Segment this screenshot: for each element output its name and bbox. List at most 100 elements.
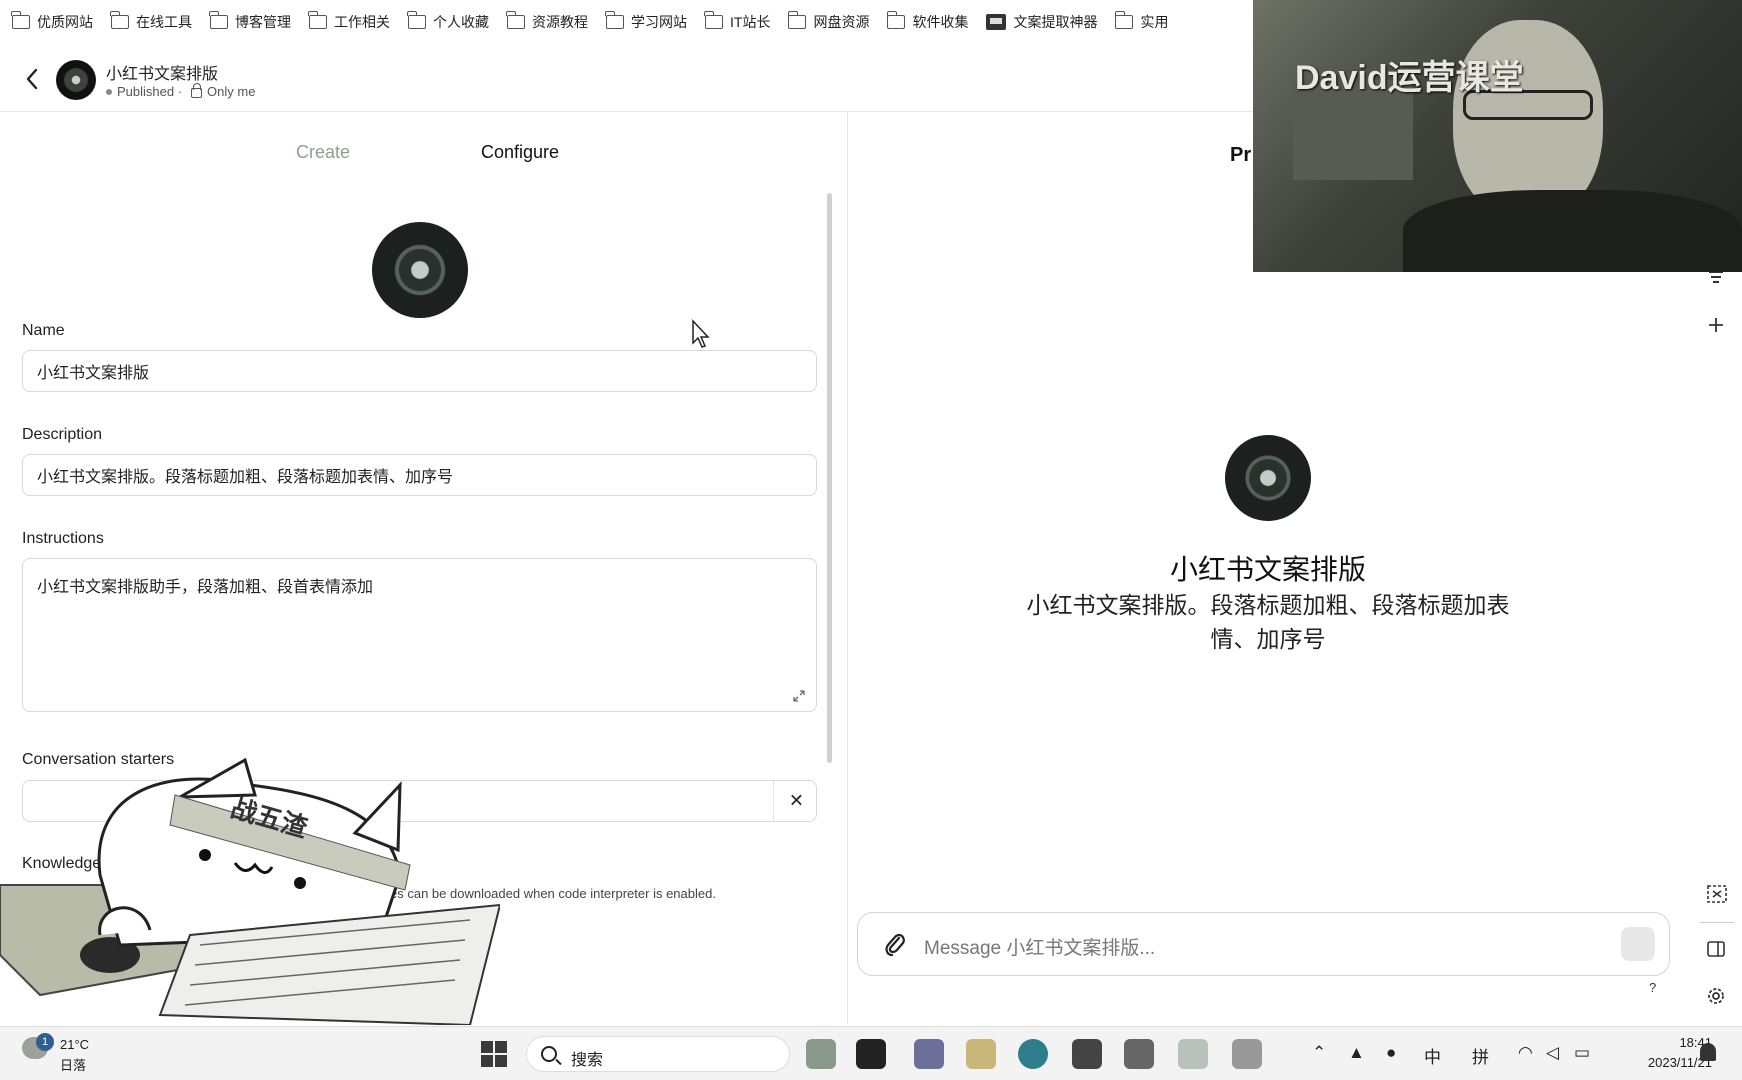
expand-icon[interactable]	[792, 689, 806, 703]
volume-icon[interactable]: ◁	[1546, 1043, 1559, 1063]
bookmark-folder[interactable]: 网盘资源	[787, 11, 870, 32]
folder-icon	[308, 11, 327, 29]
bookmark-label: 优质网站	[37, 14, 93, 30]
folder-icon	[11, 11, 30, 29]
name-field-value: 小红书文案排版	[37, 365, 150, 382]
notification-bell-icon[interactable]	[1700, 1043, 1716, 1061]
sidebar-separator	[1700, 922, 1734, 923]
sidebar-toggle-icon[interactable]	[1706, 940, 1726, 958]
microphone-icon[interactable]: ●	[1386, 1043, 1396, 1063]
taskbar: 1 21°C 日落 搜索 ⌃ ▲ ● 中 拼 ◠ ◁ ▭ 18:41 2023/…	[0, 1026, 1742, 1080]
send-button[interactable]	[1621, 927, 1655, 961]
bookmark-label: 博客管理	[235, 14, 291, 30]
publish-status: Published ·	[117, 84, 183, 99]
weather-description: 日落	[60, 1058, 87, 1073]
bookmark-label: 网盘资源	[813, 14, 870, 30]
webcam-watermark: David运营课堂	[1295, 59, 1524, 97]
bookmark-folder[interactable]: 个人收藏	[407, 11, 489, 32]
bookmark-label: 文案提取神器	[1013, 14, 1098, 30]
phone-link-icon[interactable]	[1232, 1039, 1262, 1069]
bookmark-folder[interactable]: 工作相关	[308, 11, 390, 32]
lock-icon	[191, 83, 203, 98]
gpt-avatar	[56, 60, 96, 100]
status-dot-icon	[106, 88, 112, 95]
store-icon[interactable]	[1072, 1039, 1102, 1069]
search-icon	[541, 1046, 557, 1062]
ime-language[interactable]: 中	[1424, 1043, 1441, 1068]
instructions-field-value: 小红书文案排版助手，段落加粗、段首表情添加	[37, 579, 374, 596]
gpt-title: 小红书文案排版	[106, 66, 219, 83]
battery-icon[interactable]: ▭	[1574, 1043, 1590, 1063]
screenshot-icon[interactable]	[1706, 884, 1728, 904]
folder-icon	[1114, 11, 1134, 29]
instructions-field[interactable]: 小红书文案排版助手，段落加粗、段首表情添加	[22, 558, 817, 712]
visibility-label[interactable]: Only me	[207, 84, 255, 99]
help-button[interactable]: ?	[1649, 980, 1656, 995]
start-button[interactable]	[481, 1041, 507, 1067]
settings-icon[interactable]	[1706, 986, 1726, 1006]
bookmark-folder[interactable]: 资源教程	[506, 11, 588, 32]
teams-icon[interactable]	[914, 1039, 944, 1069]
folder-icon	[209, 11, 228, 29]
description-field-value: 小红书文案排版。段落标题加粗、段落标题加表情、加序号	[37, 469, 454, 486]
name-label: Name	[22, 322, 65, 339]
config-scrollbar[interactable]	[827, 193, 832, 763]
preview-title: Pr	[1230, 144, 1252, 166]
bookmark-folder[interactable]: 软件收集	[886, 11, 969, 32]
presenter-body	[1403, 190, 1742, 272]
bookmark-folder[interactable]: 博客管理	[209, 11, 291, 32]
bookmark-label: 工作相关	[334, 14, 390, 30]
notepad-icon[interactable]	[1124, 1039, 1154, 1069]
chevron-left-icon	[26, 68, 38, 90]
weather-temperature: 21°C	[60, 1037, 90, 1052]
chevron-up-icon[interactable]: ⌃	[1312, 1043, 1326, 1063]
remove-starter-button[interactable]: ✕	[789, 791, 804, 812]
windows-logo-icon	[495, 1041, 507, 1053]
back-button[interactable]	[20, 64, 44, 94]
folder-icon	[407, 11, 426, 29]
bookmark-label: 个人收藏	[433, 14, 489, 30]
bookmark-label: 软件收集	[912, 14, 969, 30]
message-composer[interactable]: Message 小红书文案排版...	[857, 912, 1670, 976]
plus-icon[interactable]	[1706, 315, 1726, 335]
instructions-label: Instructions	[22, 530, 104, 547]
windows-logo-icon	[495, 1055, 507, 1067]
wifi-icon[interactable]: ◠	[1518, 1043, 1533, 1063]
gpt-header: 小红书文案排版 Published · Only me	[0, 52, 1250, 108]
file-explorer-icon[interactable]	[966, 1039, 996, 1069]
app-icon	[986, 14, 1007, 30]
bookmark-folder[interactable]: 实用	[1114, 11, 1169, 32]
paperclip-icon[interactable]	[882, 931, 908, 959]
bookmark-folder[interactable]: IT站长	[704, 11, 770, 32]
cat-sticker: 战五渣	[0, 757, 500, 1025]
name-field[interactable]: 小红书文案排版	[22, 350, 817, 392]
description-field[interactable]: 小红书文案排版。段落标题加粗、段落标题加表情、加序号	[22, 454, 817, 496]
bookmark-label: 资源教程	[532, 14, 588, 30]
taskbar-search[interactable]: 搜索	[526, 1036, 790, 1072]
bookmark-label: 实用	[1140, 14, 1169, 30]
cat-tray-icon[interactable]: ▲	[1348, 1043, 1365, 1063]
app-icon[interactable]	[1178, 1039, 1208, 1069]
preview-gpt-name: 小红书文案排版	[1169, 554, 1366, 585]
copilot-icon[interactable]	[806, 1039, 836, 1069]
preview-avatar	[1225, 435, 1311, 521]
gpt-avatar-upload[interactable]	[372, 222, 468, 318]
starter-divider	[773, 781, 774, 821]
tab-create[interactable]: Create	[296, 142, 350, 163]
bookmark-folder[interactable]: 学习网站	[605, 11, 687, 32]
tab-configure[interactable]: Configure	[481, 142, 559, 163]
task-view-icon[interactable]	[856, 1039, 886, 1069]
ime-mode[interactable]: 拼	[1472, 1043, 1489, 1068]
clock-date[interactable]: 2023/11/21	[1614, 1055, 1712, 1070]
windows-logo-icon	[481, 1055, 493, 1067]
bookmark-link[interactable]: 文案提取神器	[986, 12, 1097, 32]
weather-badge: 1	[36, 1033, 54, 1051]
folder-icon	[110, 11, 129, 29]
panel-divider	[847, 112, 848, 1024]
message-input[interactable]: Message 小红书文案排版...	[924, 933, 1155, 960]
bookmark-folder[interactable]: 在线工具	[110, 11, 192, 32]
bookmark-folder[interactable]: 优质网站	[11, 11, 93, 32]
bookmark-label: 在线工具	[136, 14, 192, 30]
edge-browser-icon[interactable]	[1018, 1039, 1048, 1069]
mouse-cursor-icon	[692, 319, 710, 348]
